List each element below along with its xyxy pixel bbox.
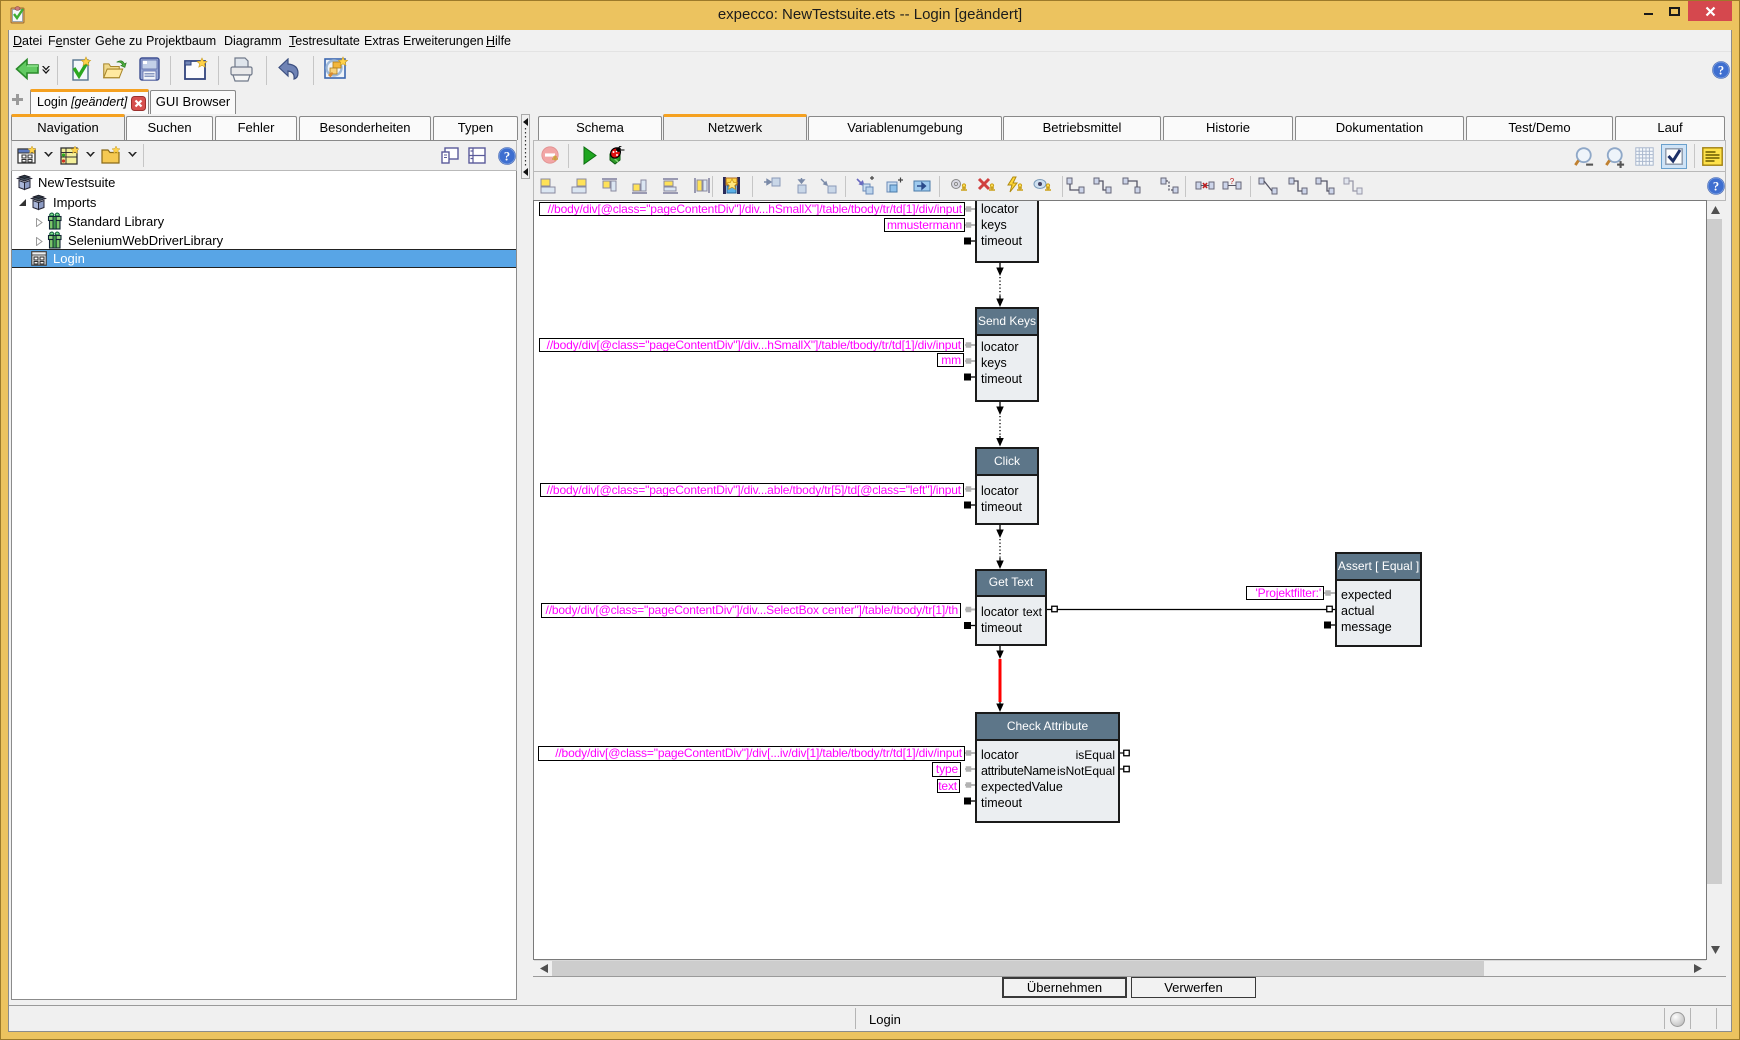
svg-text:?: ? bbox=[1713, 179, 1719, 193]
svg-text:?: ? bbox=[1230, 177, 1235, 186]
svg-text:?: ? bbox=[504, 149, 510, 163]
svg-text:?: ? bbox=[1718, 63, 1724, 77]
